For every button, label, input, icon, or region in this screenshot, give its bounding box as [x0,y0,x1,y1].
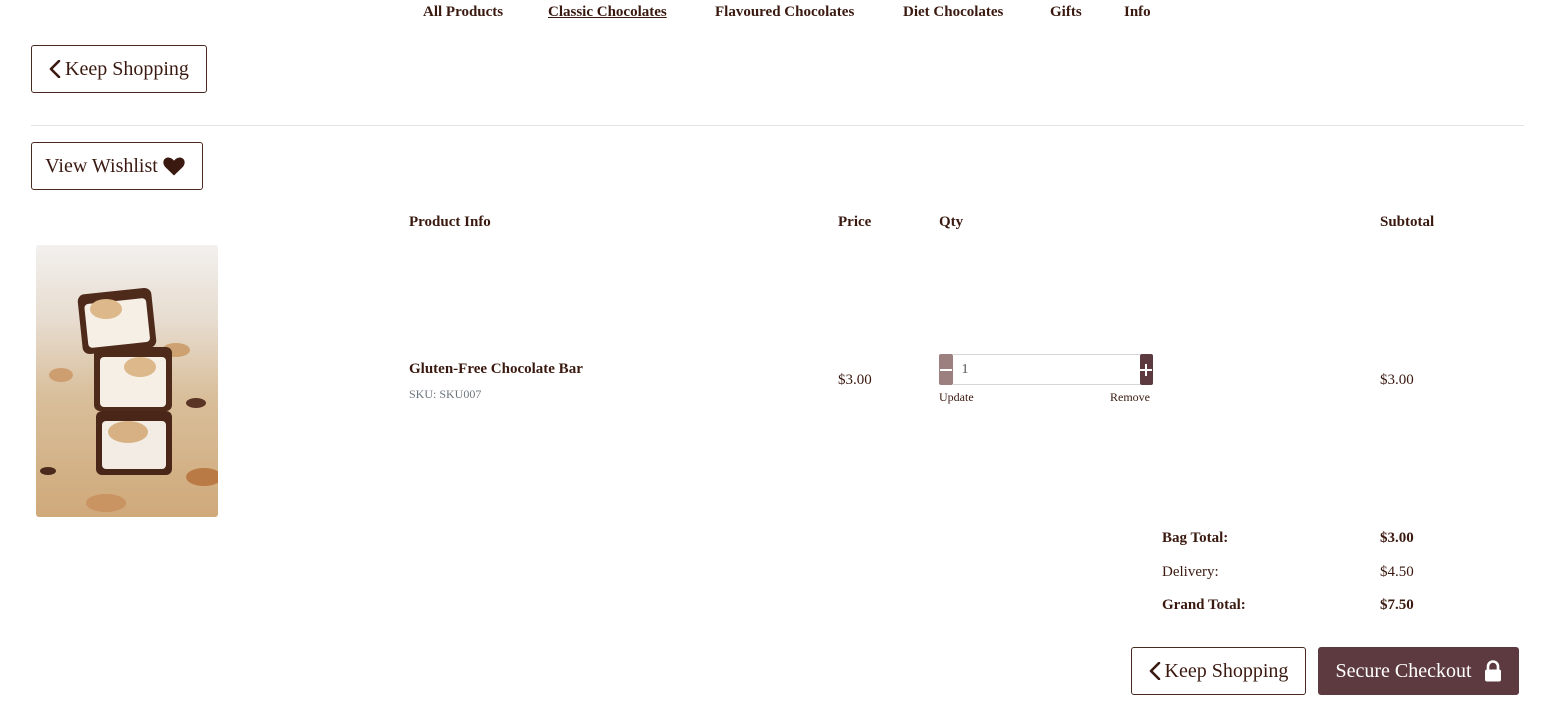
keep-shopping-label: Keep Shopping [65,57,189,80]
minus-icon [939,368,952,371]
header-product-info: Product Info [409,214,491,230]
grand-total-label: Grand Total: [1162,597,1246,613]
product-image [36,245,218,517]
chevron-left-icon [1149,662,1160,680]
remove-link[interactable]: Remove [1110,390,1150,405]
increment-button[interactable] [1139,354,1153,385]
quantity-input[interactable] [952,354,1140,385]
grand-total-value: $7.50 [1380,597,1414,613]
product-subtotal: $3.00 [1380,372,1414,388]
nav-all-products[interactable]: All Products [423,4,503,21]
product-price: $3.00 [838,372,872,388]
update-link[interactable]: Update [939,390,974,405]
keep-shopping-button-bottom[interactable]: Keep Shopping [1131,647,1306,695]
delivery-value: $4.50 [1380,564,1414,580]
heart-icon [163,156,185,176]
nav-diet-chocolates[interactable]: Diet Chocolates [903,4,1003,21]
bag-total-label: Bag Total: [1162,530,1229,546]
chevron-left-icon [49,60,61,78]
nav-flavoured-chocolates[interactable]: Flavoured Chocolates [715,4,854,21]
product-name[interactable]: Gluten-Free Chocolate Bar [409,361,583,378]
view-wishlist-button[interactable]: View Wishlist [31,142,203,190]
header-qty: Qty [939,214,964,230]
main-nav: All Products Classic Chocolates Flavoure… [0,4,1543,24]
section-divider [31,125,1524,126]
secure-checkout-button[interactable]: Secure Checkout [1318,647,1519,695]
view-wishlist-label: View Wishlist [45,154,158,177]
product-sku: SKU: SKU007 [409,387,482,401]
keep-shopping-button-top[interactable]: Keep Shopping [31,45,207,93]
decrement-button[interactable] [939,354,953,385]
checkout-label: Secure Checkout [1335,659,1472,682]
bag-total-value: $3.00 [1380,530,1414,546]
nav-gifts[interactable]: Gifts [1050,4,1082,21]
quantity-stepper [939,354,1153,385]
plus-icon [1140,363,1153,376]
header-price: Price [838,214,872,230]
nav-info[interactable]: Info [1124,4,1151,21]
lock-icon [1484,660,1501,682]
keep-shopping-label: Keep Shopping [1164,659,1289,682]
delivery-label: Delivery: [1162,564,1219,580]
header-subtotal: Subtotal [1380,214,1435,230]
nav-classic-chocolates[interactable]: Classic Chocolates [548,4,667,21]
